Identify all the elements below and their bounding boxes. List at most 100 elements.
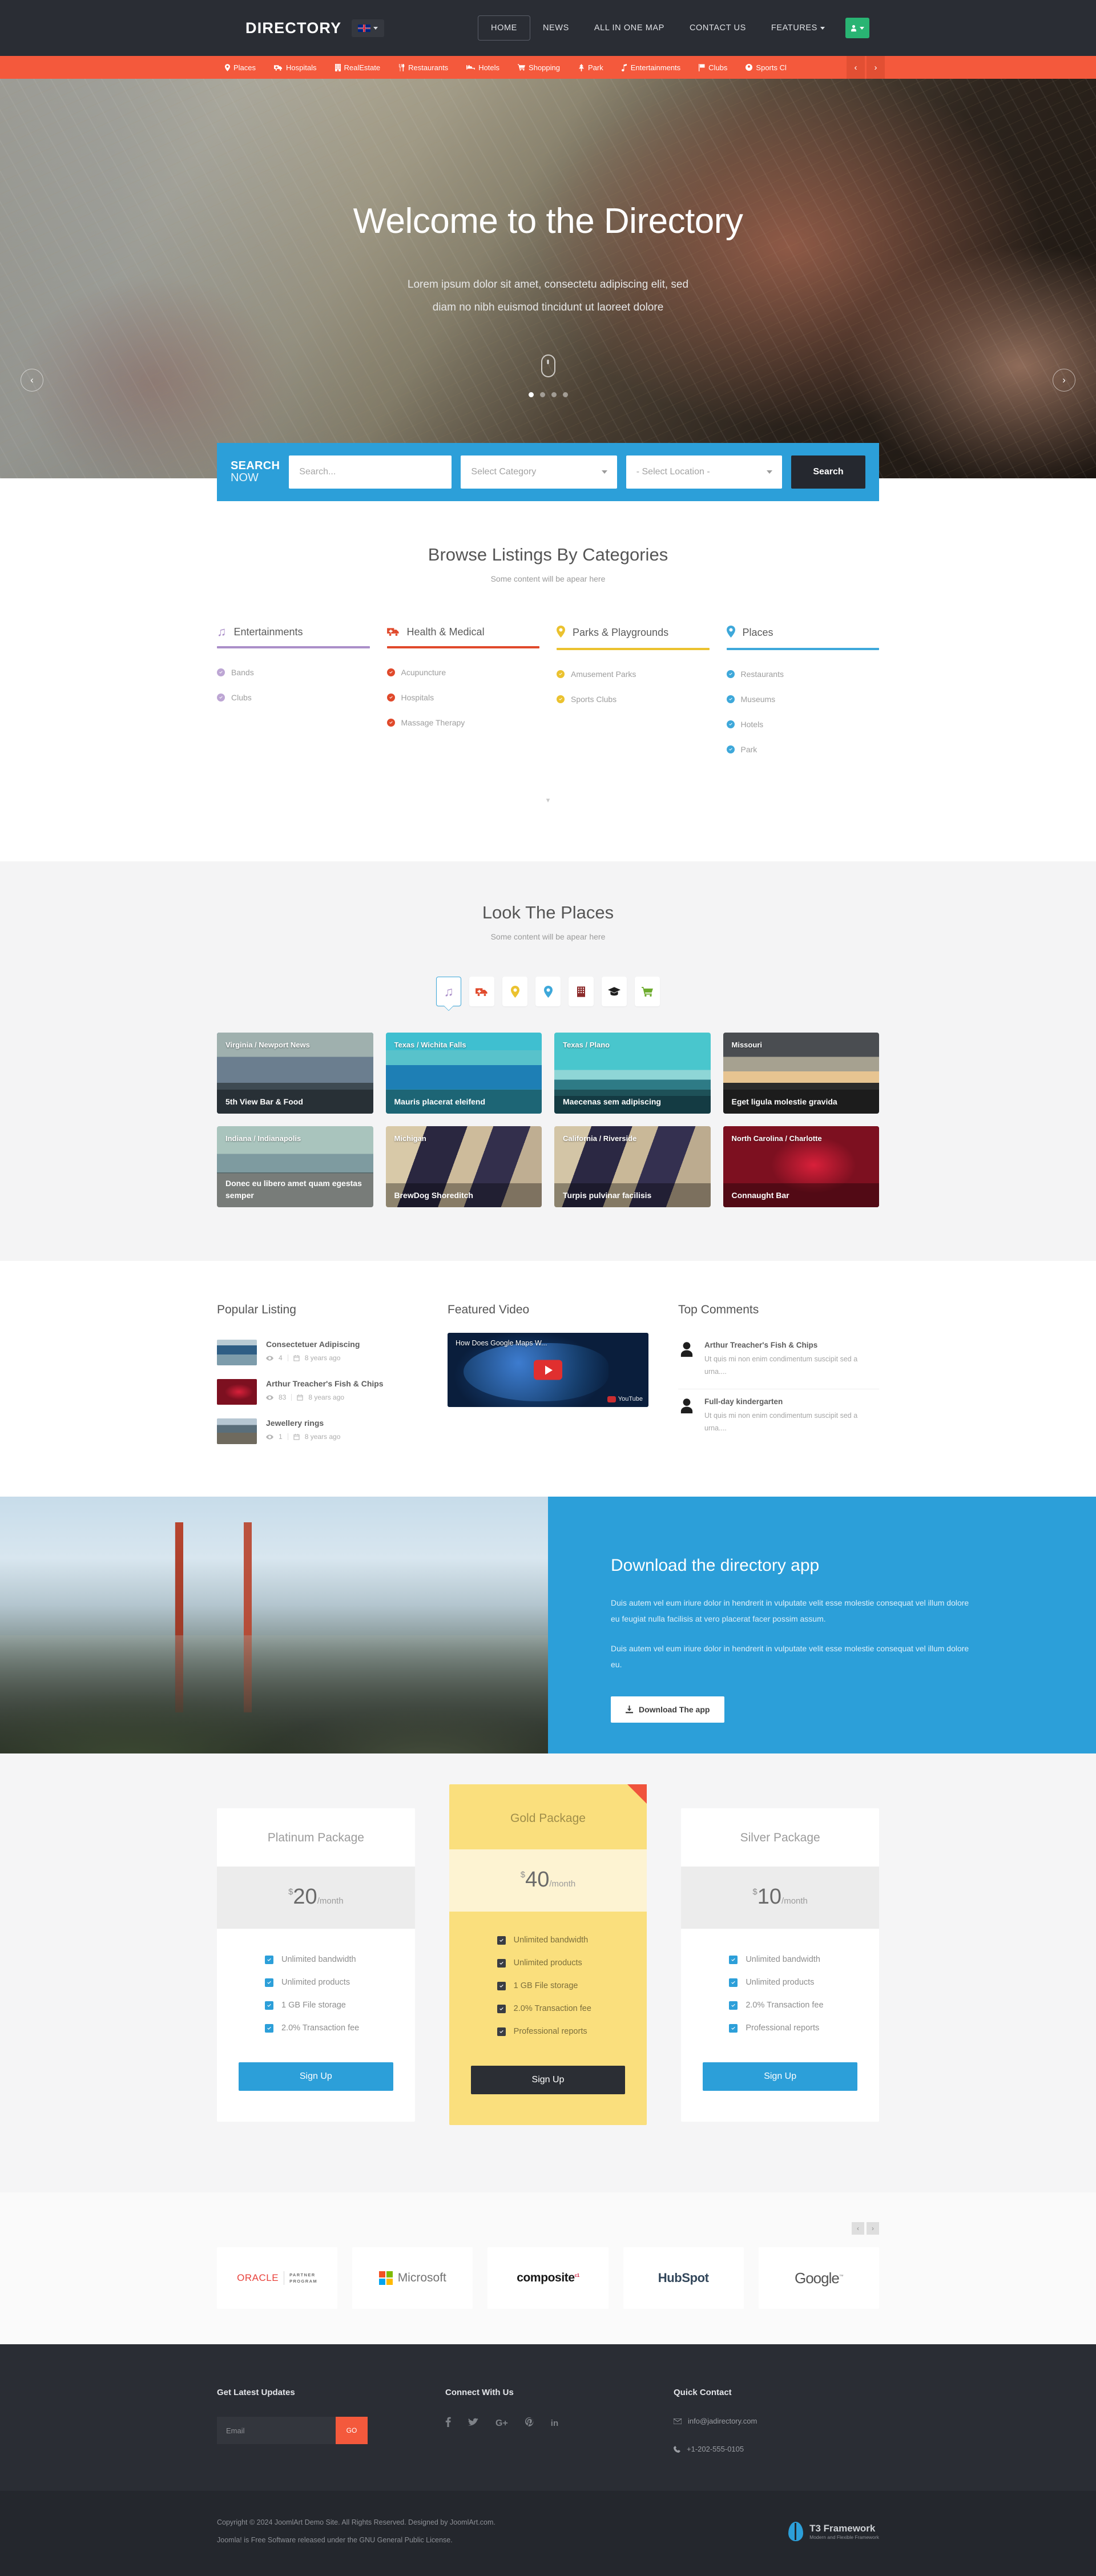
hero-dot-3[interactable] bbox=[551, 392, 557, 397]
place-card[interactable]: Texas / Plano Maecenas sem adipiscing bbox=[554, 1033, 711, 1114]
place-card[interactable]: California / Riverside Turpis pulvinar f… bbox=[554, 1126, 711, 1207]
catbar-item-clubs[interactable]: Clubs bbox=[690, 63, 736, 72]
category-column-title[interactable]: Parks & Playgrounds bbox=[573, 627, 668, 639]
category-column-title[interactable]: Health & Medical bbox=[407, 626, 485, 638]
search-input[interactable] bbox=[289, 455, 452, 489]
places-tab-hospitals[interactable] bbox=[469, 977, 494, 1006]
category-subitem[interactable]: Restaurants bbox=[726, 670, 880, 679]
places-tab-entertainments[interactable]: ♫ bbox=[436, 977, 461, 1006]
music-note-icon: ♫ bbox=[444, 983, 454, 999]
video-player[interactable]: How Does Google Maps W... YouTube bbox=[448, 1333, 648, 1407]
facebook-icon[interactable] bbox=[445, 2417, 451, 2430]
category-subitem[interactable]: Acupuncture bbox=[386, 668, 540, 677]
category-subitem[interactable]: Hotels bbox=[726, 720, 880, 729]
catbar-item-park[interactable]: Park bbox=[569, 63, 613, 72]
catbar-item-places[interactable]: Places bbox=[216, 63, 265, 72]
place-card[interactable]: Indiana / Indianapolis Donec eu libero a… bbox=[217, 1126, 373, 1207]
partner-logo-google[interactable]: Google™ bbox=[758, 2247, 879, 2309]
play-button-icon[interactable] bbox=[534, 1360, 562, 1380]
nav-item-all-in-one-map[interactable]: ALL IN ONE MAP bbox=[582, 16, 677, 40]
partner-logo-composite[interactable]: compositec1 bbox=[487, 2247, 609, 2309]
nav-item-contact-us[interactable]: CONTACT US bbox=[677, 16, 759, 40]
catbar-item-hotels[interactable]: Hotels bbox=[457, 63, 509, 72]
search-button[interactable]: Search bbox=[791, 455, 866, 489]
t3-framework-badge[interactable]: T3 Framework Modern and Flexible Framewo… bbox=[787, 2521, 879, 2542]
newsletter-submit-button[interactable]: GO bbox=[336, 2417, 368, 2444]
hero-dot-2[interactable] bbox=[539, 392, 545, 397]
hero-next-button[interactable]: › bbox=[1053, 369, 1075, 392]
language-switcher[interactable] bbox=[352, 19, 385, 37]
linkedin-icon[interactable]: in bbox=[551, 2418, 558, 2428]
contact-phone[interactable]: +1-202-555-0105 bbox=[674, 2445, 879, 2453]
category-subitem[interactable]: Hospitals bbox=[386, 693, 540, 702]
nav-item-home[interactable]: HOME bbox=[478, 15, 530, 41]
category-subitem-label: Bands bbox=[231, 668, 254, 677]
pricing-feature: 1 GB File storage bbox=[497, 1981, 578, 1990]
list-item[interactable]: Consectetuer Adipiscing 4 8 years ago bbox=[217, 1333, 418, 1372]
signup-button[interactable]: Sign Up bbox=[470, 2066, 626, 2094]
location-select[interactable]: - Select Location - bbox=[626, 455, 783, 489]
partners-prev-button[interactable]: ‹ bbox=[852, 2222, 864, 2235]
comment-item[interactable]: Full-day kindergarten Ut quis mi non eni… bbox=[678, 1389, 879, 1445]
category-column-title[interactable]: Places bbox=[743, 627, 773, 639]
catbar-item-realestate[interactable]: RealEstate bbox=[326, 63, 390, 72]
category-subitem[interactable]: Bands bbox=[217, 668, 370, 677]
place-card[interactable]: Missouri Eget ligula molestie gravida bbox=[723, 1033, 879, 1114]
partner-logo-oracle[interactable]: ORACLE PARTNER PROGRAM bbox=[217, 2247, 338, 2309]
places-tab-places[interactable] bbox=[535, 977, 561, 1006]
catbar-item-restaurants[interactable]: Restaurants bbox=[389, 63, 457, 72]
contact-email[interactable]: info@jadirectory.com bbox=[674, 2417, 879, 2425]
partners-next-button[interactable]: › bbox=[867, 2222, 879, 2235]
download-app-button[interactable]: Download The app bbox=[611, 1696, 725, 1723]
catbar-item-shopping[interactable]: Shopping bbox=[509, 63, 569, 72]
catbar-label: Hotels bbox=[478, 63, 500, 72]
google-plus-icon[interactable]: G+ bbox=[495, 2418, 508, 2429]
nav-item-features[interactable]: FEATURES bbox=[759, 16, 837, 40]
hero-dot-4[interactable] bbox=[562, 392, 568, 397]
quick-contact-heading: Quick Contact bbox=[674, 2388, 732, 2397]
list-item[interactable]: Jewellery rings 1 8 years ago bbox=[217, 1412, 418, 1451]
place-card[interactable]: Virginia / Newport News 5th View Bar & F… bbox=[217, 1033, 373, 1114]
places-tab-shopping[interactable] bbox=[635, 977, 660, 1006]
category-subitem[interactable]: Amusement Parks bbox=[557, 670, 710, 679]
twitter-icon[interactable] bbox=[468, 2418, 478, 2429]
listing-name: Arthur Treacher's Fish & Chips bbox=[266, 1379, 384, 1388]
comment-item[interactable]: Arthur Treacher's Fish & Chips Ut quis m… bbox=[678, 1333, 879, 1389]
catbar-next-button[interactable]: › bbox=[867, 56, 885, 79]
user-account-button[interactable] bbox=[845, 18, 869, 38]
place-card[interactable]: Michigan BrewDog Shoreditch bbox=[385, 1126, 542, 1207]
newsletter-email-input[interactable] bbox=[217, 2417, 336, 2444]
listing-thumbnail bbox=[217, 1340, 257, 1365]
catbar-item-sports-clubs[interactable]: Sports Cl bbox=[736, 63, 795, 72]
hero-dot-1[interactable] bbox=[528, 392, 534, 397]
nav-item-news[interactable]: NEWS bbox=[530, 16, 582, 40]
site-logo[interactable]: DIRECTORY bbox=[245, 19, 341, 37]
category-subitem[interactable]: Museums bbox=[726, 695, 880, 704]
signup-button[interactable]: Sign Up bbox=[703, 2062, 857, 2091]
signup-button[interactable]: Sign Up bbox=[239, 2062, 393, 2091]
catbar-prev-button[interactable]: ‹ bbox=[847, 56, 865, 79]
places-tab-parks[interactable] bbox=[502, 977, 527, 1006]
catbar-item-hospitals[interactable]: Hospitals bbox=[265, 63, 325, 72]
category-subitem[interactable]: Sports Clubs bbox=[557, 695, 710, 704]
catbar-item-entertainments[interactable]: Entertainments bbox=[613, 63, 690, 72]
list-item[interactable]: Arthur Treacher's Fish & Chips 83 8 year… bbox=[217, 1372, 418, 1412]
hero-prev-button[interactable]: ‹ bbox=[21, 369, 43, 392]
category-column-title[interactable]: Entertainments bbox=[234, 626, 303, 638]
partner-logo-hubspot[interactable]: HubSpot bbox=[623, 2247, 744, 2309]
places-title: Look The Places bbox=[482, 902, 614, 922]
place-card-name: Donec eu libero amet quam egestas semper bbox=[217, 1172, 373, 1207]
category-subitem[interactable]: Clubs bbox=[217, 693, 370, 702]
browse-more-toggle[interactable]: ▾ bbox=[0, 794, 1096, 807]
place-card[interactable]: North Carolina / Charlotte Connaught Bar bbox=[723, 1126, 879, 1207]
places-tab-education[interactable] bbox=[602, 977, 627, 1006]
mouse-scroll-icon[interactable] bbox=[541, 354, 555, 377]
partner-logo-microsoft[interactable]: Microsoft bbox=[352, 2247, 473, 2309]
pinterest-icon[interactable] bbox=[525, 2417, 534, 2430]
footer-newsletter: Get Latest Updates GO bbox=[217, 2388, 422, 2453]
category-select[interactable]: Select Category bbox=[461, 455, 617, 489]
category-subitem[interactable]: Park bbox=[726, 745, 880, 754]
place-card[interactable]: Texas / Wichita Falls Mauris placerat el… bbox=[385, 1033, 542, 1114]
places-tab-realestate[interactable] bbox=[569, 977, 594, 1006]
category-subitem[interactable]: Massage Therapy bbox=[386, 718, 540, 727]
